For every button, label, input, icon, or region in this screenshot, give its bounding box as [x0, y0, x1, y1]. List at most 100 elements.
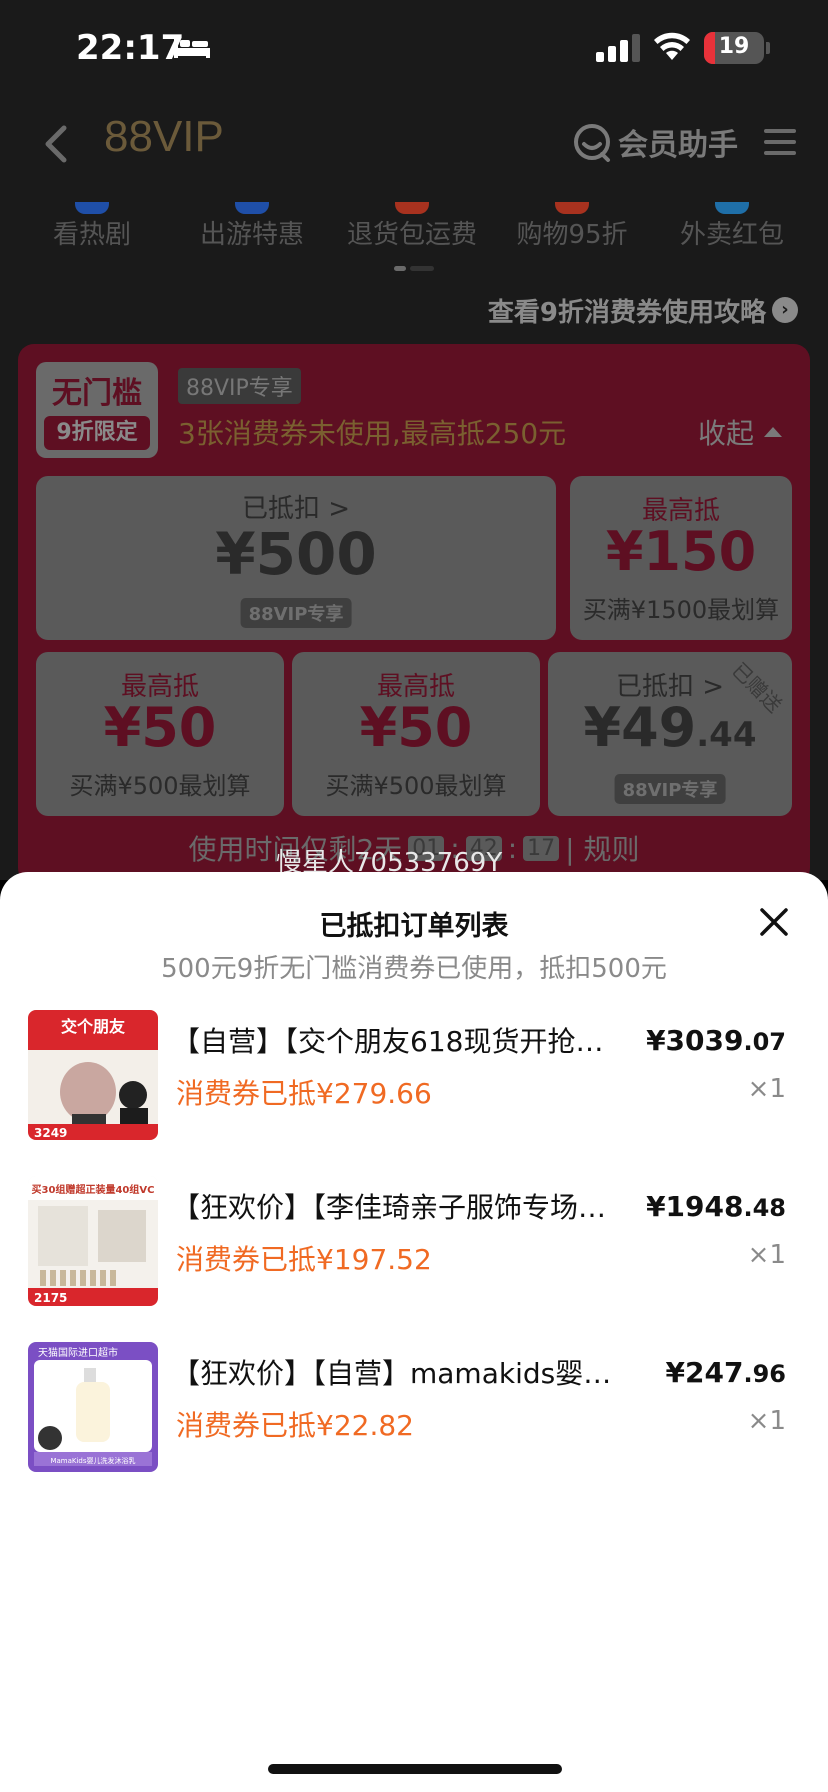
thumbnail-caption: MamaKids婴儿洗发沐浴乳 — [50, 1456, 135, 1465]
coupon-amount: ¥49.44 — [548, 696, 792, 759]
quick-link-label: 外卖红包 — [679, 220, 784, 250]
quick-link-shopping-discount[interactable]: 购物95折 — [502, 202, 642, 251]
no-threshold-badge: 无门槛 9折限定 — [36, 362, 158, 458]
quick-link-label: 出游特惠 — [199, 220, 304, 250]
coupon-card-150[interactable]: 最高抵 ¥150 买满¥1500最划算 — [570, 476, 792, 640]
product-price: ¥1948.48 — [646, 1190, 786, 1223]
order-item[interactable]: 交个朋友 3249 【自营】【交个朋友618现货开抢… ¥3039.07 消费券… — [0, 1010, 828, 1150]
page-indicator — [394, 266, 436, 271]
member-assistant-label: 会员助手 — [618, 128, 738, 163]
vip-exclusive-tag: 88VIP专享 — [178, 368, 301, 404]
chevron-up-icon — [764, 427, 782, 437]
member-assistant-button[interactable]: 会员助手 — [572, 120, 738, 164]
product-price: ¥247.96 — [666, 1356, 786, 1389]
badge-subtitle: 9折限定 — [44, 416, 150, 450]
cellular-signal-icon — [596, 34, 640, 62]
page-dot-active — [394, 266, 406, 271]
sleep-focus-icon — [174, 38, 210, 58]
thumbnail-price: 3249 — [34, 1126, 67, 1140]
battery-tip — [766, 42, 770, 54]
quick-link-label: 看热剧 — [52, 220, 131, 250]
quick-link-return-shipping[interactable]: 退货包运费 — [342, 202, 482, 251]
coupon-amount: ¥50 — [359, 696, 473, 759]
badge-title: 无门槛 — [52, 376, 142, 411]
coupon-card-used-gifted[interactable]: 已抵扣 > ¥49.44 88VIP专享 已赠送 — [548, 652, 792, 816]
price-integer: ¥1948 — [646, 1190, 744, 1223]
coupon-deduction: 消费券已抵¥22.82 — [176, 1409, 414, 1442]
timer-seconds: 17 — [523, 835, 560, 861]
price-decimal: .48 — [743, 1194, 786, 1222]
thumbnail-headline: 买30组赠超正装量40组VC — [32, 1183, 155, 1196]
coupon-amount: ¥150 — [605, 520, 757, 583]
product-thumbnail: 天猫国际进口超市 MamaKids婴儿洗发沐浴乳 — [28, 1342, 158, 1472]
price-decimal: .07 — [743, 1028, 786, 1056]
coupon-amount: ¥500 — [215, 520, 377, 588]
quick-link-icon — [75, 202, 109, 214]
quantity: ×1 — [747, 1406, 786, 1436]
menu-icon[interactable] — [762, 124, 798, 160]
timer-separator: : — [507, 831, 518, 865]
quick-link-icon — [555, 202, 589, 214]
price-decimal: .96 — [743, 1360, 786, 1388]
quick-link-takeout[interactable]: 外卖红包 — [662, 202, 802, 251]
coupon-amount-decimal: .44 — [696, 715, 757, 755]
thumbnail-headline: 天猫国际进口超市 — [38, 1346, 118, 1359]
coupon-amount: ¥50 — [103, 696, 217, 759]
price-integer: ¥3039 — [646, 1024, 744, 1057]
home-indicator[interactable] — [268, 1764, 562, 1774]
battery-icon: 19 — [704, 32, 764, 64]
price-integer: ¥247 — [665, 1356, 744, 1389]
product-price: ¥3039.07 — [646, 1024, 786, 1057]
quantity: ×1 — [747, 1240, 786, 1270]
order-item[interactable]: 买30组赠超正装量40组VC 2175 【狂欢价】【李佳琦亲子服饰专场… ¥19… — [0, 1176, 828, 1316]
quantity: ×1 — [747, 1074, 786, 1104]
close-icon[interactable] — [758, 906, 790, 938]
quick-link-icon — [395, 202, 429, 214]
coupon-condition: 买满¥1500最划算 — [582, 596, 780, 624]
coupon-card-50-a[interactable]: 最高抵 ¥50 买满¥500最划算 — [36, 652, 284, 816]
rules-link[interactable]: | 规则 — [565, 828, 639, 868]
quick-link-travel[interactable]: 出游特惠 — [182, 202, 322, 251]
help-chat-icon — [574, 124, 610, 162]
product-name: 【狂欢价】【自营】mamakids婴儿… — [172, 1357, 632, 1390]
coupon-deduction: 消费券已抵¥197.52 — [176, 1243, 432, 1276]
usage-guide-link[interactable]: 查看9折消费券使用攻略 › — [488, 288, 798, 332]
sheet-subtitle: 500元9折无门槛消费券已使用，抵扣500元 — [161, 954, 667, 984]
page-title: 88VIP — [104, 112, 224, 161]
collapse-label: 收起 — [697, 417, 754, 450]
coupon-summary: 3张消费券未使用,最高抵250元 — [178, 417, 567, 450]
coupon-card-used-500[interactable]: 已抵扣 > ¥500 88VIP专享 — [36, 476, 556, 640]
product-name: 【自营】【交个朋友618现货开抢… — [172, 1025, 604, 1058]
nav-bar: 88VIP 会员助手 — [0, 100, 828, 190]
quick-link-icon — [235, 202, 269, 214]
page-dot — [410, 266, 434, 271]
wifi-icon — [654, 32, 690, 60]
usage-guide-label: 查看9折消费券使用攻略 — [487, 297, 766, 328]
sheet-title: 已抵扣订单列表 — [319, 911, 509, 942]
product-thumbnail: 交个朋友 3249 — [28, 1010, 158, 1140]
coupon-condition: 买满¥500最划算 — [69, 772, 251, 800]
coupon-panel: 无门槛 9折限定 88VIP专享 3张消费券未使用,最高抵250元 收起 已抵扣… — [18, 344, 810, 884]
thumbnail-price: 2175 — [34, 1291, 67, 1305]
status-bar: 22:17 19 — [0, 0, 828, 100]
coupon-amount-int: ¥49 — [583, 696, 697, 759]
deducted-orders-sheet: 已抵扣订单列表 500元9折无门槛消费券已使用，抵扣500元 交个朋友 3249… — [0, 872, 828, 1792]
coupon-condition: 买满¥500最划算 — [325, 772, 507, 800]
quick-link-dramas[interactable]: 看热剧 — [22, 202, 162, 251]
collapse-button[interactable]: 收起 — [698, 412, 782, 452]
quick-link-label: 购物95折 — [516, 220, 628, 250]
battery-level: 19 — [718, 34, 750, 59]
thumbnail-headline: 交个朋友 — [61, 1017, 126, 1036]
quick-links: 看热剧 出游特惠 退货包运费 购物95折 外卖红包 — [0, 200, 828, 260]
quick-link-icon — [715, 202, 749, 214]
product-name: 【狂欢价】【李佳琦亲子服饰专场… — [172, 1191, 607, 1224]
chevron-right-icon: › — [772, 297, 798, 323]
coupon-card-50-b[interactable]: 最高抵 ¥50 买满¥500最划算 — [292, 652, 540, 816]
status-time: 22:17 — [76, 28, 185, 68]
quick-link-label: 退货包运费 — [346, 220, 477, 250]
coupon-vip-tag: 88VIP专享 — [240, 598, 352, 628]
order-item[interactable]: 天猫国际进口超市 MamaKids婴儿洗发沐浴乳 【狂欢价】【自营】mamaki… — [0, 1342, 828, 1482]
coupon-deduction: 消费券已抵¥279.66 — [176, 1077, 432, 1110]
back-icon[interactable] — [40, 122, 70, 166]
coupon-vip-tag: 88VIP专享 — [614, 774, 726, 804]
